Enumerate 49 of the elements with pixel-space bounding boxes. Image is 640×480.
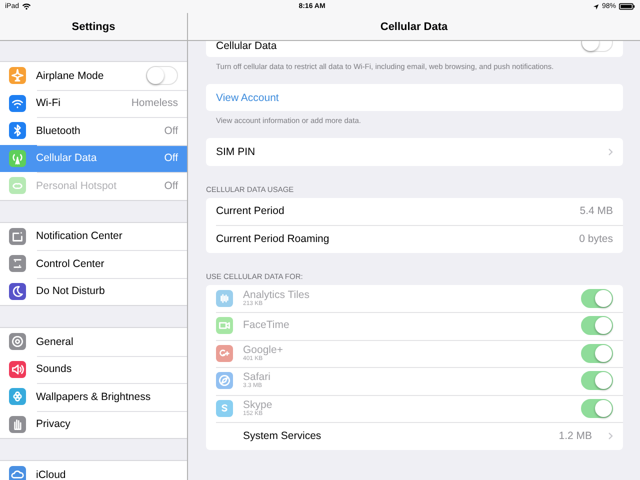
sidebar-item[interactable]: Bluetooth Off xyxy=(0,117,187,144)
sidebar-item[interactable]: Sounds xyxy=(0,356,187,383)
notification-icon xyxy=(9,228,26,245)
row-value: 1.2 MB xyxy=(558,430,592,442)
location-arrow-icon xyxy=(592,4,599,10)
g-plus-icon xyxy=(216,344,233,362)
sidebar-item[interactable]: Control Center xyxy=(0,250,187,278)
moon-icon xyxy=(9,282,26,300)
detail-title: Cellular Data xyxy=(380,20,448,32)
video-camera-icon xyxy=(216,317,233,334)
hand-icon xyxy=(9,416,26,433)
view-account-link[interactable]: View Account xyxy=(216,92,279,104)
s-icon xyxy=(216,400,233,417)
sidebar-item[interactable]: Privacy xyxy=(0,410,187,438)
switches-icon xyxy=(9,255,26,272)
speaker-icon xyxy=(9,360,26,378)
row-value: 5.4 MB xyxy=(580,205,613,218)
sidebar-title: Settings xyxy=(72,20,116,32)
app-name: Skype xyxy=(243,400,274,411)
airplane-icon xyxy=(9,67,26,84)
toggle-switch[interactable] xyxy=(146,66,178,86)
flower-icon xyxy=(9,388,26,406)
row-value: 0 bytes xyxy=(579,232,613,245)
sidebar-item[interactable]: Notification Center xyxy=(0,222,187,250)
row-label: System Services xyxy=(243,430,322,442)
wifi-icon xyxy=(22,3,32,10)
compass-icon xyxy=(216,372,233,390)
waveform-icon xyxy=(216,290,233,307)
sidebar-item[interactable]: Do Not Disturb xyxy=(0,278,187,305)
row-label: Cellular Data xyxy=(216,41,277,52)
sidebar-item[interactable]: iCloud xyxy=(0,461,187,480)
antenna-icon xyxy=(9,150,26,167)
row-label: SIM PIN xyxy=(216,146,256,158)
app-name: Safari xyxy=(243,372,272,384)
app-name: FaceTime xyxy=(243,320,290,332)
sidebar-item[interactable]: Wallpapers & Brightness xyxy=(0,383,187,410)
row-label: Current Period xyxy=(216,205,284,218)
battery-icon xyxy=(619,3,635,10)
sidebar-item[interactable]: General xyxy=(0,328,187,356)
sidebar-item[interactable]: Airplane Mode xyxy=(0,62,187,90)
gear-icon xyxy=(9,333,26,350)
bluetooth-icon xyxy=(9,122,26,140)
chevron-icon xyxy=(608,432,613,440)
app-name: Analytics Tiles xyxy=(243,290,311,301)
chevron-icon xyxy=(608,148,613,156)
row-label: Current Period Roaming xyxy=(216,232,330,245)
wifi-icon xyxy=(9,94,26,112)
sidebar-item[interactable]: Wi-Fi Homeless xyxy=(0,90,187,117)
app-name: Google+ xyxy=(243,344,284,356)
